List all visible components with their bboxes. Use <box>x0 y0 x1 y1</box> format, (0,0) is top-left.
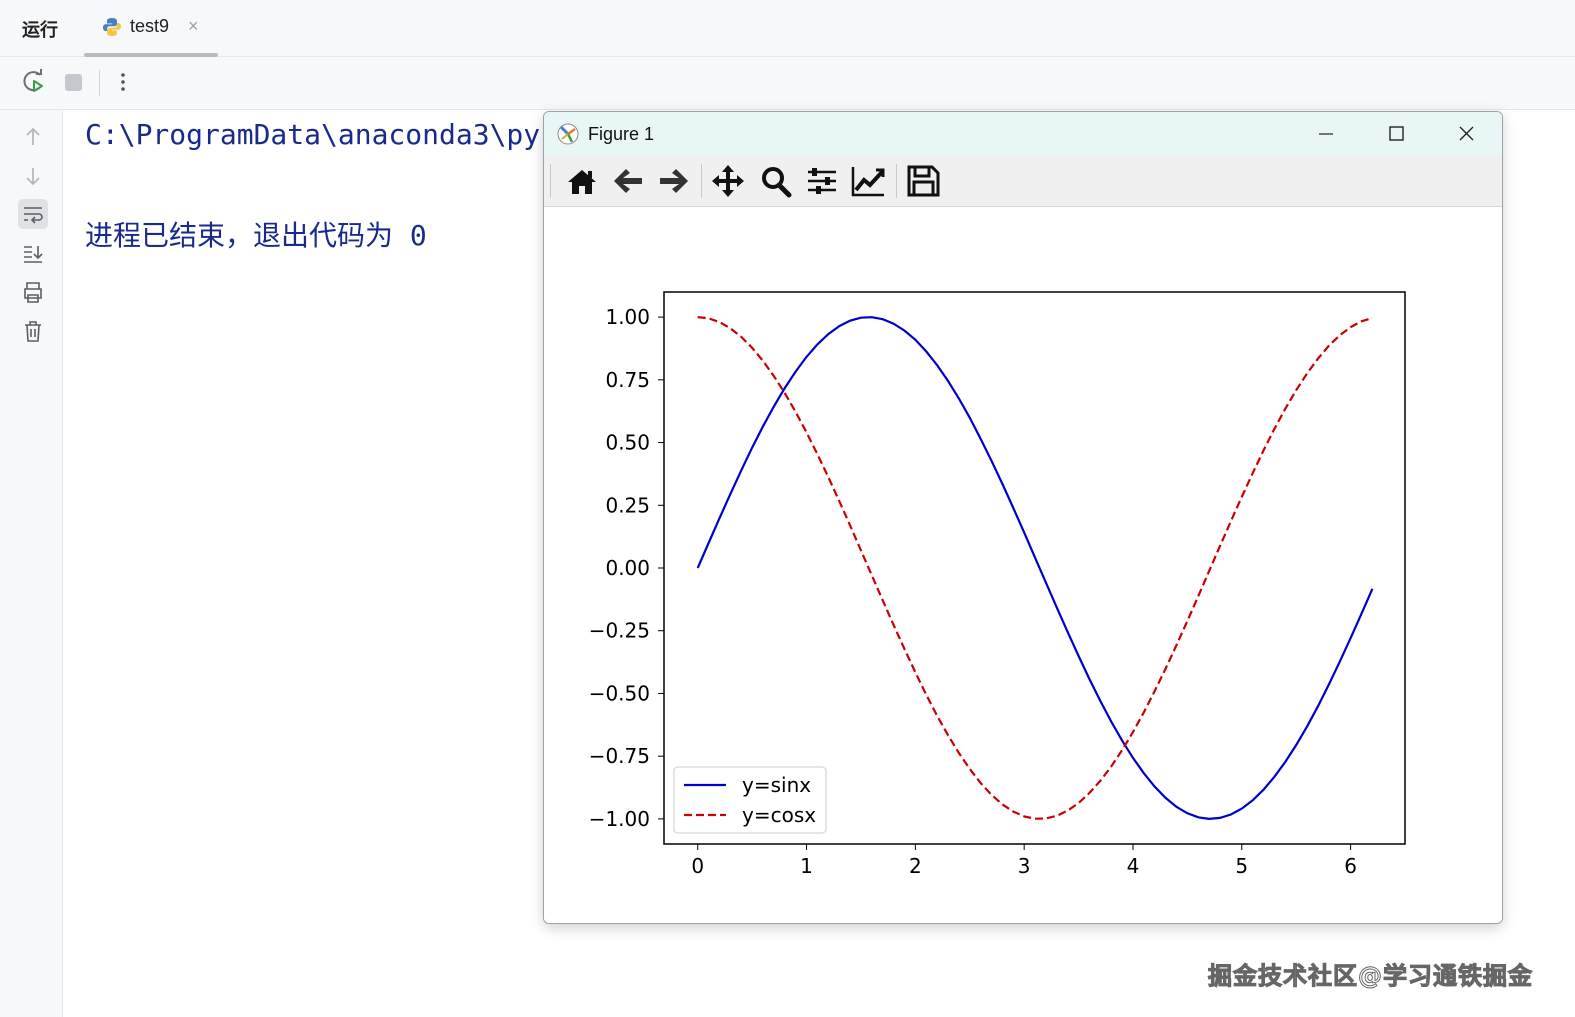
python-icon <box>103 18 121 36</box>
more-vertical-icon[interactable] <box>110 69 136 95</box>
toolbar-separator <box>701 164 702 198</box>
legend-label: y=cosx <box>742 803 816 827</box>
y-tick-label: 0.00 <box>605 556 650 580</box>
console-gutter <box>0 110 63 1017</box>
home-icon[interactable] <box>564 164 600 198</box>
y-tick-label: −0.50 <box>589 681 650 705</box>
zoom-icon[interactable] <box>758 164 794 198</box>
y-tick-label: −0.25 <box>589 619 650 643</box>
run-toolbar <box>0 57 1575 110</box>
y-tick-label: 0.50 <box>605 431 650 455</box>
x-tick-label: 1 <box>800 854 813 878</box>
forward-arrow-icon[interactable] <box>656 164 692 198</box>
maximize-icon[interactable] <box>1364 112 1428 156</box>
back-arrow-icon[interactable] <box>610 164 646 198</box>
tab-label: test9 <box>130 16 170 36</box>
scroll-to-end-icon[interactable] <box>18 238 48 268</box>
toolbar-separator <box>896 164 897 198</box>
y-tick-label: −0.75 <box>589 744 650 768</box>
save-icon[interactable] <box>905 164 941 198</box>
y-tick-label: 0.25 <box>605 493 650 517</box>
x-tick-label: 6 <box>1344 854 1357 878</box>
tab-test9[interactable]: test9 × <box>84 0 218 57</box>
x-tick-label: 4 <box>1127 854 1140 878</box>
edit-axis-icon[interactable] <box>850 164 886 198</box>
tab-close-icon[interactable]: × <box>188 16 199 37</box>
x-tick-label: 0 <box>691 854 704 878</box>
figure-titlebar[interactable]: Figure 1 <box>544 112 1502 156</box>
toolbar-grip <box>550 164 551 198</box>
stop-icon[interactable] <box>61 69 87 95</box>
console-exit-line: 进程已结束，退出代码为 0 <box>85 219 427 252</box>
plot-area[interactable]: 0 1 2 3 4 5 6 1.00 0.75 0.50 0.25 0.00 −0.25 −0.50 −0.… <box>544 207 1502 923</box>
arrow-up-icon[interactable] <box>18 122 48 152</box>
configure-subplots-icon[interactable] <box>804 164 840 198</box>
watermark: 掘金技术社区@学习通铁掘金 <box>1208 962 1533 991</box>
x-tick-label: 2 <box>909 854 922 878</box>
tab-bar: 运行 test9 × <box>0 0 1575 57</box>
rerun-icon[interactable] <box>21 69 47 95</box>
arrow-down-icon[interactable] <box>18 161 48 191</box>
x-tick-label: 5 <box>1235 854 1248 878</box>
y-tick-label: −1.00 <box>589 807 650 831</box>
trash-icon[interactable] <box>18 316 48 346</box>
console-command-line: C:\ProgramData\anaconda3\py <box>85 118 541 151</box>
figure-title: Figure 1 <box>588 124 655 144</box>
close-icon[interactable] <box>1434 112 1498 156</box>
figure-canvas[interactable]: 0 1 2 3 4 5 6 1.00 0.75 0.50 0.25 0.00 −0.25 −0.50 −0.… <box>544 207 1502 923</box>
y-tick-label: 0.75 <box>605 368 650 392</box>
matplotlib-icon <box>557 123 579 145</box>
y-tick-label: 1.00 <box>605 305 650 329</box>
x-tick-label: 3 <box>1018 854 1031 878</box>
soft-wrap-icon[interactable] <box>18 199 48 229</box>
legend-label: y=sinx <box>742 773 811 797</box>
run-panel-label: 运行 <box>22 20 58 40</box>
series-line-cos <box>697 316 1373 820</box>
axes-frame <box>663 291 1406 845</box>
pan-icon[interactable] <box>710 164 746 198</box>
figure-window[interactable]: Figure 1 0 1 2 3 4 5 6 1.00 0.75 0.50 0.… <box>543 111 1503 924</box>
figure-toolbar <box>544 156 1502 207</box>
print-icon[interactable] <box>18 277 48 307</box>
toolbar-separator <box>99 70 100 96</box>
series-line-sin <box>696 316 1374 821</box>
minimize-icon[interactable] <box>1294 112 1358 156</box>
